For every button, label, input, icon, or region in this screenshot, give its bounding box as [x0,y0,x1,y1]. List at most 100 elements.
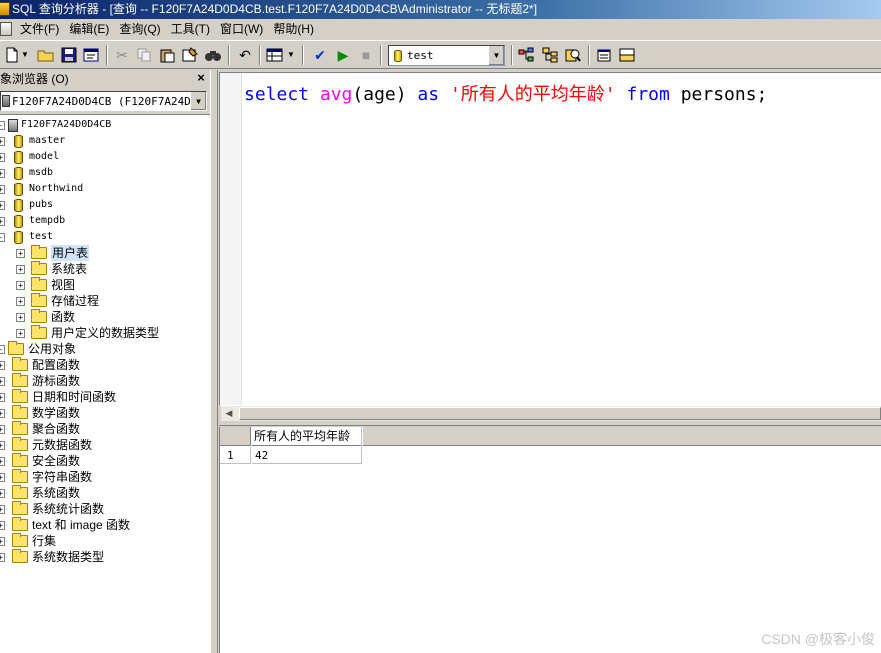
column-header[interactable]: 所有人的平均年龄 [252,427,362,446]
tree-node-folder[interactable]: + 数学函数 [0,405,80,421]
menu-help[interactable]: 帮助(H) [269,19,320,39]
collapse-icon[interactable]: - [0,120,5,130]
expand-icon[interactable]: + [0,376,5,386]
connection-properties-icon[interactable] [594,45,614,65]
tree-node-common-objects[interactable]: - 公用对象 [0,341,76,357]
expand-icon[interactable]: + [0,520,5,530]
expand-icon[interactable]: + [0,216,5,226]
expand-icon[interactable]: + [0,408,5,418]
tree-node-folder[interactable]: + 游标函数 [0,373,80,389]
expand-icon[interactable]: + [0,152,5,162]
tree-node-folder[interactable]: + 字符串函数 [0,469,92,485]
save-icon[interactable] [59,45,79,65]
results-splitter[interactable] [219,421,881,426]
tree-node-folder[interactable]: + 函数 [16,309,75,325]
collapse-icon[interactable]: - [0,232,5,242]
menu-window[interactable]: 窗口(W) [216,19,269,39]
tree-node-folder[interactable]: + 行集 [0,533,56,549]
expand-icon[interactable]: + [0,488,5,498]
tree-node-folder[interactable]: + 元数据函数 [0,437,92,453]
expand-icon[interactable]: + [16,296,25,306]
object-search-icon[interactable] [563,45,583,65]
tree-node-folder[interactable]: + 安全函数 [0,453,80,469]
scroll-left-icon[interactable]: ◀ [221,406,237,421]
server-select[interactable]: F120F7A24D0D4CB (F120F7A24D0D4CB\Adminis… [0,91,207,111]
expand-icon[interactable]: + [0,360,5,370]
tree-node-database[interactable]: + pubs [0,197,53,213]
cut-icon[interactable]: ✂ [112,45,132,65]
load-script-icon[interactable] [81,45,101,65]
menu-query[interactable]: 查询(Q) [115,19,166,39]
expand-icon[interactable]: + [0,456,5,466]
expand-icon[interactable]: + [16,248,25,258]
expand-icon[interactable]: + [0,136,5,146]
collapse-icon[interactable]: - [0,344,5,354]
tree-node-database[interactable]: + Northwind [0,181,83,197]
chevron-down-icon[interactable]: ▼ [190,92,206,110]
tree-node-server[interactable]: - F120F7A24D0D4CB [0,117,111,133]
menu-file[interactable]: 文件(F) [16,19,65,39]
new-query-dropdown-icon[interactable]: ▼ [20,45,30,65]
document-icon[interactable] [0,21,12,36]
tree-node-folder[interactable]: + 存储过程 [16,293,99,309]
sql-code-line[interactable]: select avg(age) as '所有人的平均年龄' from perso… [244,80,767,106]
results-mode-dropdown-icon[interactable]: ▼ [286,45,296,65]
expand-icon[interactable]: + [0,392,5,402]
database-select[interactable]: test ▼ [388,45,505,66]
expand-icon[interactable]: + [0,184,5,194]
find-icon[interactable] [203,45,223,65]
query-editor[interactable]: select avg(age) as '所有人的平均年龄' from perso… [219,72,881,406]
paste-icon[interactable] [157,45,177,65]
cancel-query-icon[interactable]: ■ [356,45,376,65]
expand-icon[interactable]: + [16,328,25,338]
tree-node-folder[interactable]: + 系统函数 [0,485,80,501]
tree-node-database[interactable]: + model [0,149,59,165]
tree-node-folder[interactable]: + text 和 image 函数 [0,517,130,533]
tree-node-folder[interactable]: + 系统统计函数 [0,501,104,517]
open-folder-icon[interactable] [36,45,56,65]
tree-node-database[interactable]: - test [0,229,53,245]
scrollbar-thumb[interactable] [239,407,881,420]
result-cell[interactable]: 42 [252,447,362,464]
expand-icon[interactable]: + [16,312,25,322]
expand-icon[interactable]: + [0,552,5,562]
close-icon[interactable]: × [194,71,208,85]
row-number[interactable]: 1 [220,447,251,464]
chevron-down-icon[interactable]: ▼ [488,46,504,65]
object-browser-icon[interactable] [540,45,560,65]
expand-icon[interactable]: + [0,504,5,514]
expand-icon[interactable]: + [16,264,25,274]
expand-icon[interactable]: + [0,472,5,482]
clear-window-icon[interactable] [180,45,200,65]
results-pane-icon[interactable] [617,45,637,65]
menu-tools[interactable]: 工具(T) [167,19,216,39]
tree-node-database[interactable]: + tempdb [0,213,65,229]
editor-horizontal-scrollbar[interactable]: ◀ [221,405,881,421]
panel-splitter[interactable] [210,70,218,653]
expand-icon[interactable]: + [0,168,5,178]
expand-icon[interactable]: + [0,424,5,434]
tree-node-folder[interactable]: + 视图 [16,277,75,293]
tree-node-database[interactable]: + master [0,133,65,149]
tree-node-folder[interactable]: + 用户定义的数据类型 [16,325,159,341]
expand-icon[interactable]: + [0,536,5,546]
parse-query-icon[interactable]: ✔ [310,45,330,65]
expand-icon[interactable]: + [16,280,25,290]
tree-node-folder[interactable]: + 用户表 [16,245,90,261]
expand-icon[interactable]: + [0,200,5,210]
tree-node-folder[interactable]: + 日期和时间函数 [0,389,116,405]
copy-icon[interactable] [134,45,154,65]
undo-icon[interactable]: ↶ [235,45,255,65]
execute-query-icon[interactable]: ▶ [333,45,353,65]
tree-node-database[interactable]: + msdb [0,165,53,181]
tree-node-folder[interactable]: + 配置函数 [0,357,80,373]
menu-edit[interactable]: 编辑(E) [65,19,115,39]
new-query-icon[interactable] [2,45,22,65]
results-mode-icon[interactable] [265,45,285,65]
show-plan-icon[interactable] [516,45,536,65]
expand-icon[interactable]: + [0,440,5,450]
tree-node-folder[interactable]: + 聚合函数 [0,421,80,437]
tree-node-folder[interactable]: + 系统表 [16,261,87,277]
toolbar-separator [259,45,261,65]
tree-node-folder[interactable]: + 系统数据类型 [0,549,104,565]
